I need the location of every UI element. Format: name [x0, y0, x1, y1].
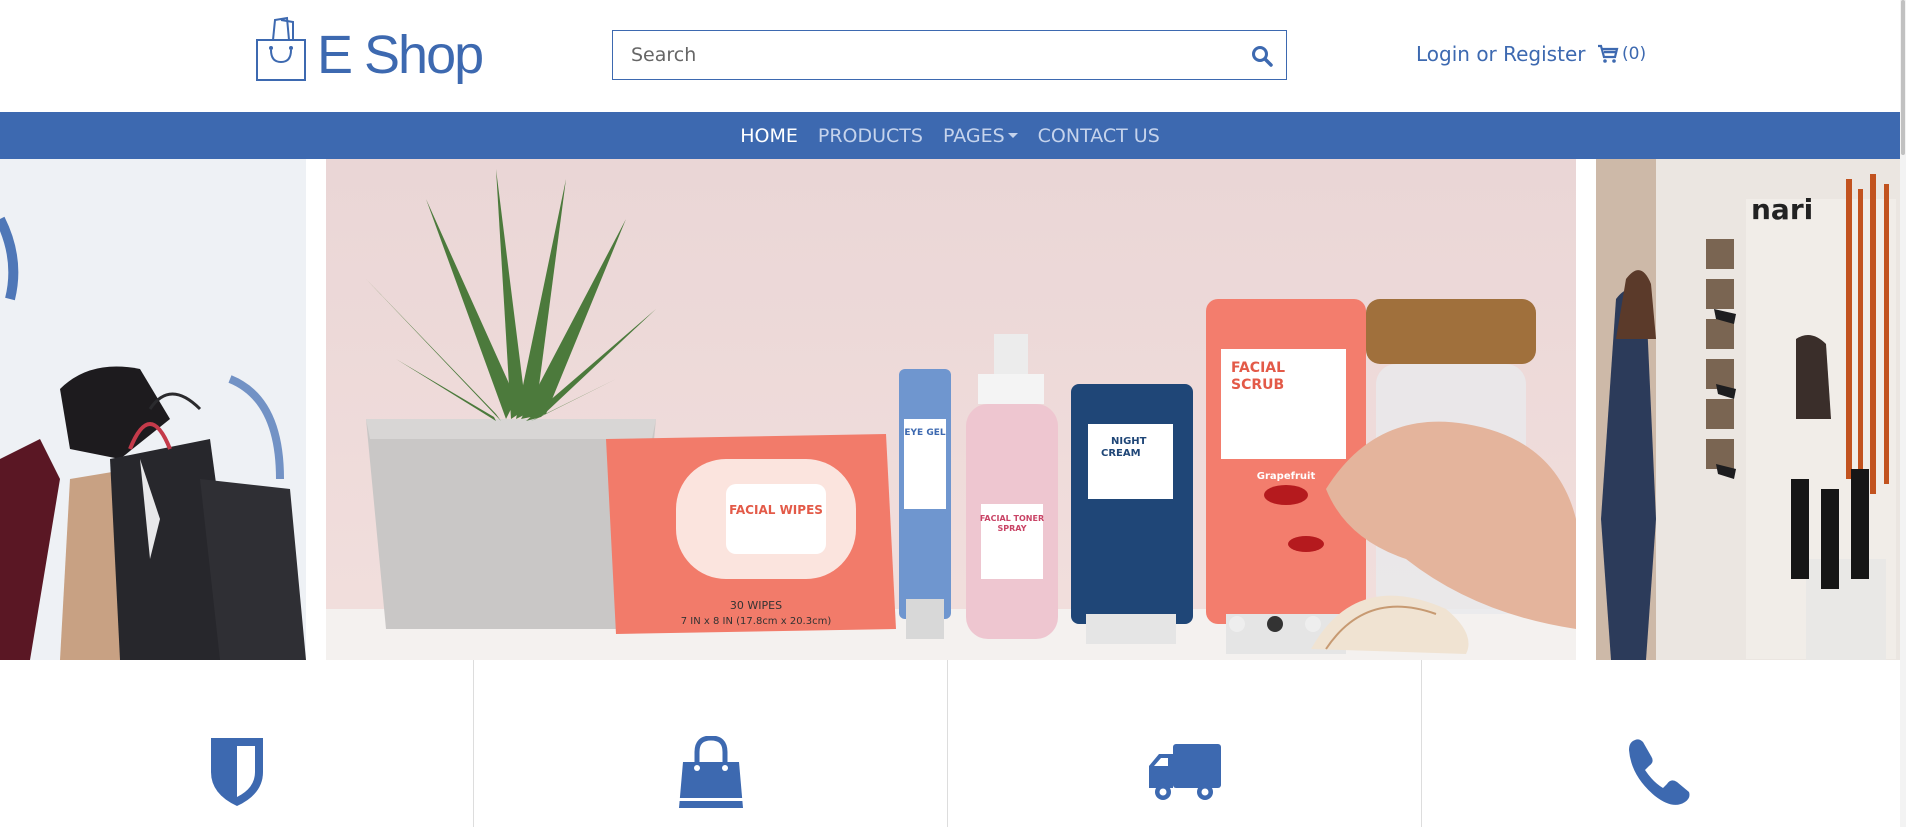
search-input[interactable]: [613, 31, 1233, 79]
svg-text:SPRAY: SPRAY: [997, 524, 1026, 533]
brand-name: E Shop: [317, 25, 484, 85]
nav-item-label: PAGES: [942, 124, 1005, 147]
shoe-store-image: nari: [1596, 159, 1900, 660]
carousel-indicators: [1229, 616, 1343, 632]
svg-text:SCRUB: SCRUB: [1231, 377, 1284, 393]
carousel-slide-next[interactable]: nari: [1596, 159, 1900, 660]
svg-text:Grapefruit: Grapefruit: [1257, 471, 1316, 482]
carousel-dot[interactable]: [1305, 616, 1321, 632]
svg-text:FACIAL TONER: FACIAL TONER: [980, 514, 1044, 523]
phone-icon: [1629, 739, 1690, 805]
hero-carousel: FACIAL WIPES 30 WIPES 7 IN x 8 IN (17.8c…: [0, 159, 1900, 660]
svg-text:CREAM: CREAM: [1101, 448, 1141, 459]
site-header: E Shop Login or Register (0): [0, 0, 1900, 112]
shopping-bags-image: [0, 159, 306, 660]
feature-shopping: [474, 660, 948, 827]
truck-icon: [1148, 744, 1221, 800]
page-scrollbar[interactable]: [1900, 0, 1906, 827]
svg-text:EYE GEL: EYE GEL: [904, 428, 945, 438]
brand-logo[interactable]: E Shop: [253, 16, 484, 85]
svg-text:nari: nari: [1751, 193, 1813, 226]
nav-item-label: CONTACT US: [1037, 124, 1160, 147]
cart-count: (0): [1622, 44, 1647, 64]
nav-item-products[interactable]: PRODUCTS: [818, 125, 923, 147]
svg-text:FACIAL: FACIAL: [1231, 360, 1285, 376]
feature-secure: [0, 660, 474, 827]
carousel-slide-previous[interactable]: [0, 159, 306, 660]
carousel-slide-current[interactable]: FACIAL WIPES 30 WIPES 7 IN x 8 IN (17.8c…: [326, 159, 1576, 660]
skincare-products-image: FACIAL WIPES 30 WIPES 7 IN x 8 IN (17.8c…: [326, 159, 1576, 660]
nav-item-contact[interactable]: CONTACT US: [1038, 125, 1160, 147]
svg-text:7 IN x 8 IN (17.8cm x 20.3cm): 7 IN x 8 IN (17.8cm x 20.3cm): [681, 616, 832, 627]
shopping-bag-icon: [678, 736, 743, 808]
feature-delivery: [948, 660, 1422, 827]
product-label: FACIAL WIPES: [729, 503, 823, 517]
cart-button[interactable]: (0): [1597, 44, 1646, 64]
nav-item-label: PRODUCTS: [817, 124, 923, 147]
nav-item-home[interactable]: HOME: [740, 125, 798, 147]
cart-icon: [1598, 44, 1619, 63]
svg-text:NIGHT: NIGHT: [1111, 436, 1147, 447]
main-nav: HOME PRODUCTS PAGES CONTACT US: [0, 112, 1900, 159]
carousel-dot-active[interactable]: [1267, 616, 1283, 632]
features-row: [0, 660, 1900, 827]
nav-item-pages[interactable]: PAGES: [943, 125, 1018, 147]
carousel-dot[interactable]: [1229, 616, 1245, 632]
scrollbar-thumb[interactable]: [1901, 0, 1905, 155]
svg-text:30 WIPES: 30 WIPES: [730, 599, 782, 612]
login-register-link[interactable]: Login or Register: [1416, 42, 1585, 66]
shopping-bag-logo-icon: [256, 16, 306, 81]
feature-support: [1422, 660, 1896, 827]
shield-icon: [210, 738, 263, 806]
search-box: [612, 30, 1287, 80]
caret-down-icon: [1007, 133, 1018, 138]
nav-item-label: HOME: [740, 124, 798, 147]
search-icon[interactable]: [1250, 44, 1274, 68]
